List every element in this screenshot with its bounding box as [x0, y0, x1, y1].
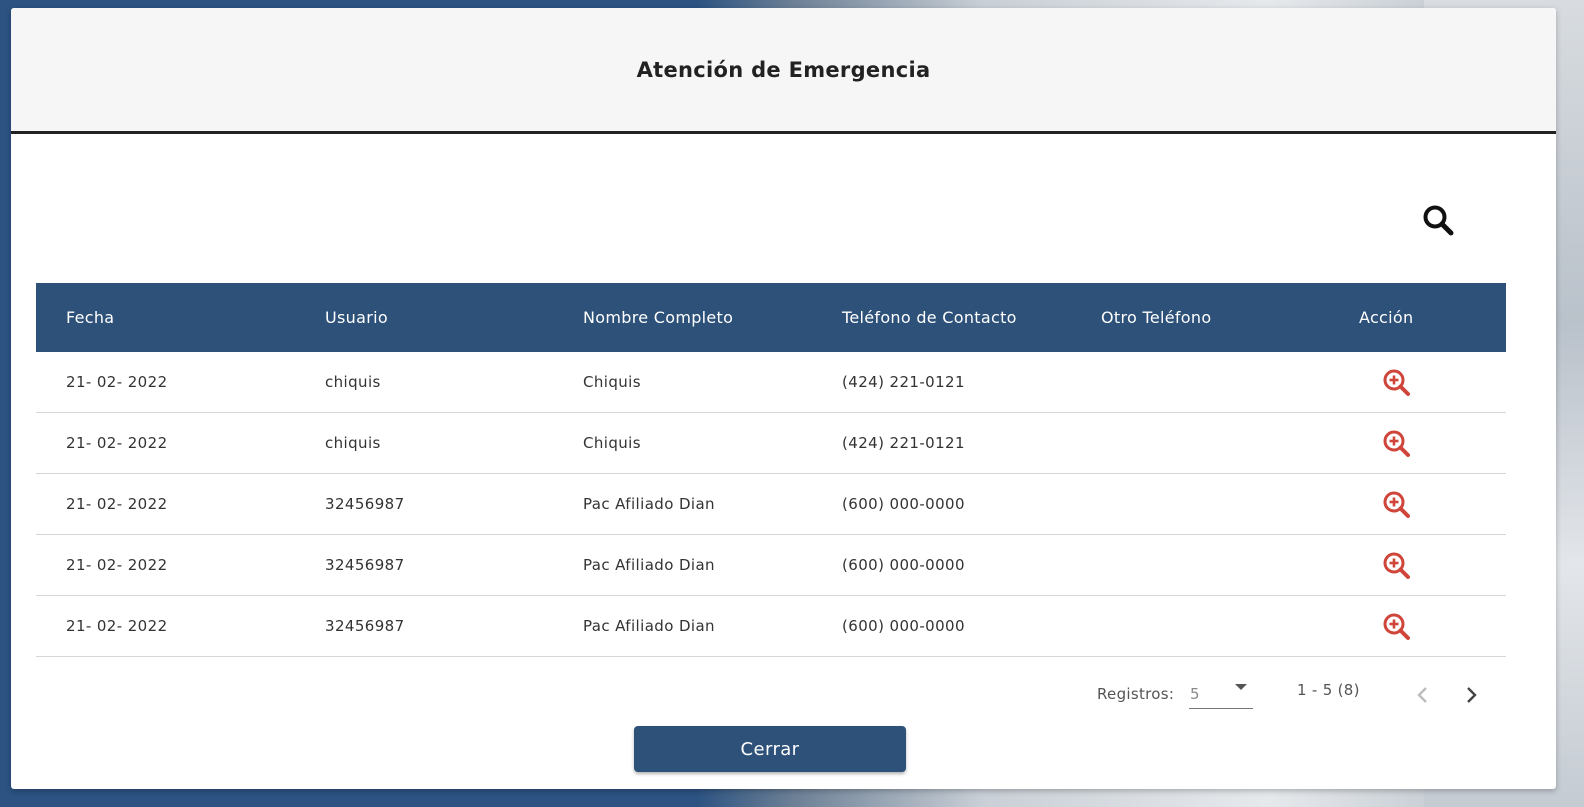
column-header-fecha: Fecha [66, 308, 115, 327]
cell-nombre: Pac Afiliado Dian [583, 495, 715, 513]
cell-usuario: chiquis [325, 434, 381, 452]
cell-fecha: 21- 02- 2022 [66, 617, 168, 635]
zoom-in-icon[interactable] [1382, 612, 1412, 642]
table-row: 21- 02- 2022 chiquis Chiquis (424) 221-0… [36, 413, 1506, 474]
cell-telefono: (424) 221-0121 [842, 373, 965, 391]
zoom-in-icon[interactable] [1382, 368, 1412, 398]
zoom-in-icon[interactable] [1382, 490, 1412, 520]
emergency-table: Fecha Usuario Nombre Completo Teléfono d… [36, 283, 1506, 657]
cell-usuario: 32456987 [325, 617, 405, 635]
table-row: 21- 02- 2022 32456987 Pac Afiliado Dian … [36, 535, 1506, 596]
table-row: 21- 02- 2022 32456987 Pac Afiliado Dian … [36, 474, 1506, 535]
cell-usuario: 32456987 [325, 495, 405, 513]
zoom-in-icon[interactable] [1382, 429, 1412, 459]
close-button[interactable]: Cerrar [634, 726, 906, 772]
table-row: 21- 02- 2022 32456987 Pac Afiliado Dian … [36, 596, 1506, 657]
caret-down-icon [1235, 684, 1247, 690]
cell-fecha: 21- 02- 2022 [66, 373, 168, 391]
cell-fecha: 21- 02- 2022 [66, 556, 168, 574]
page-size-label: Registros: [1097, 685, 1175, 703]
cell-usuario: 32456987 [325, 556, 405, 574]
zoom-in-icon[interactable] [1382, 551, 1412, 581]
search-icon[interactable] [1422, 204, 1456, 238]
column-header-otro-telefono: Otro Teléfono [1101, 308, 1212, 327]
cell-telefono: (600) 000-0000 [842, 556, 965, 574]
table-row: 21- 02- 2022 chiquis Chiquis (424) 221-0… [36, 352, 1506, 413]
chevron-right-icon[interactable] [1459, 682, 1483, 708]
chevron-left-icon[interactable] [1411, 682, 1435, 708]
column-header-usuario: Usuario [325, 308, 388, 327]
cell-nombre: Chiquis [583, 373, 641, 391]
column-header-telefono-contacto: Teléfono de Contacto [842, 308, 1017, 327]
table-header-row: Fecha Usuario Nombre Completo Teléfono d… [36, 283, 1506, 352]
cell-fecha: 21- 02- 2022 [66, 434, 168, 452]
cell-usuario: chiquis [325, 373, 381, 391]
column-header-nombre-completo: Nombre Completo [583, 308, 734, 327]
cell-fecha: 21- 02- 2022 [66, 495, 168, 513]
cell-nombre: Pac Afiliado Dian [583, 617, 715, 635]
cell-telefono: (424) 221-0121 [842, 434, 965, 452]
emergency-dialog: Atención de Emergencia Fecha Usuario Nom… [11, 8, 1556, 789]
dialog-header: Atención de Emergencia [11, 8, 1556, 134]
cell-telefono: (600) 000-0000 [842, 495, 965, 513]
page-size-value: 5 [1190, 685, 1200, 703]
column-header-accion: Acción [1359, 308, 1414, 327]
cell-telefono: (600) 000-0000 [842, 617, 965, 635]
paginator: Registros: 5 1 - 5 (8) [11, 680, 1556, 710]
cell-nombre: Chiquis [583, 434, 641, 452]
page-size-select[interactable]: 5 [1189, 680, 1253, 709]
dialog-title: Atención de Emergencia [636, 57, 931, 82]
cell-nombre: Pac Afiliado Dian [583, 556, 715, 574]
page-range-label: 1 - 5 (8) [1297, 681, 1360, 699]
